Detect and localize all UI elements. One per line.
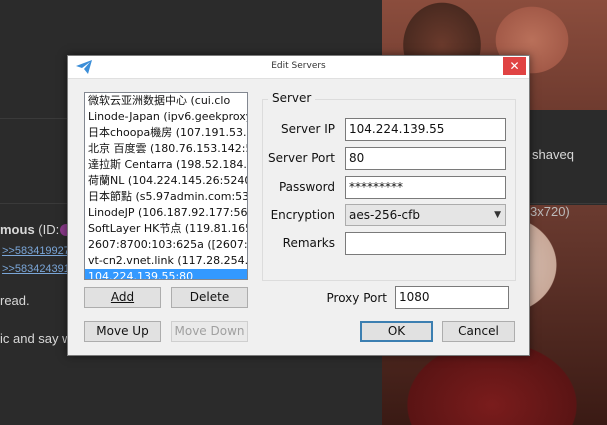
server-list-item[interactable]: 104.224.139.55:80 (85, 269, 247, 279)
server-list-item[interactable]: LinodeJP (106.187.92.177:56795 (85, 205, 247, 221)
server-list-item[interactable]: 達拉斯 Centarra (198.52.184.19 (85, 157, 247, 173)
remarks-label: Remarks (282, 236, 335, 250)
server-list-item[interactable]: 日本choopa機房 (107.191.53.1 (85, 125, 247, 141)
proxy-port-field[interactable]: 1080 (395, 286, 509, 309)
server-list-item[interactable]: 北京 百度雲 (180.76.153.142:5 (85, 141, 247, 157)
move-down-button[interactable]: Move Down (171, 321, 248, 342)
close-icon: ✕ (509, 59, 520, 73)
post-text: shaveq (532, 147, 574, 162)
post-text: read. (0, 293, 30, 308)
server-list-item[interactable]: 微软云亚洲数据中心 (cui.clo (85, 93, 247, 109)
move-up-button[interactable]: Move Up (84, 321, 161, 342)
server-list-item[interactable]: SoftLayer HK节点 (119.81.165.2 (85, 221, 247, 237)
chevron-down-icon: ▼ (494, 210, 501, 220)
post-text: ic and say w (0, 331, 72, 346)
encryption-value: aes-256-cfb (349, 208, 420, 222)
quote-link[interactable]: >>583419927 (2, 245, 70, 257)
cancel-button[interactable]: Cancel (442, 321, 515, 342)
server-list-item[interactable]: 日本節點 (s5.97admin.com:53 (85, 189, 247, 205)
encryption-label: Encryption (270, 208, 335, 222)
dialog-titlebar[interactable]: Edit Servers ✕ (68, 56, 529, 79)
server-ip-label: Server IP (281, 122, 335, 136)
server-list-item[interactable]: Linode-Japan (ipv6.geekproxy. (85, 109, 247, 125)
password-field[interactable]: ********* (345, 176, 506, 199)
server-list[interactable]: 微软云亚洲数据中心 (cui.clo Linode-Japan (ipv6.gee… (84, 92, 248, 280)
proxy-port-label: Proxy Port (326, 291, 387, 305)
server-port-field[interactable]: 80 (345, 147, 506, 170)
server-list-item[interactable]: vt-cn2.vnet.link (117.28.254.130 (85, 253, 247, 269)
remarks-field[interactable] (345, 232, 506, 255)
add-button[interactable]: Add (84, 287, 161, 308)
ok-button[interactable]: OK (360, 321, 433, 342)
edit-servers-dialog: Edit Servers ✕ 微软云亚洲数据中心 (cui.clo Linode-… (67, 55, 530, 356)
server-list-item[interactable]: 荷蘭NL (104.224.145.26:52405) (85, 173, 247, 189)
image-dimensions: 3x720) (530, 204, 570, 219)
server-list-item[interactable]: 2607:8700:103:625a ([2607:8700 (85, 237, 247, 253)
delete-button[interactable]: Delete (171, 287, 248, 308)
quote-link[interactable]: >>583424391 (2, 263, 70, 275)
encryption-select[interactable]: aes-256-cfb ▼ (345, 204, 506, 226)
dialog-title: Edit Servers (271, 61, 326, 71)
password-label: Password (278, 180, 335, 194)
close-button[interactable]: ✕ (503, 57, 526, 75)
server-group-title: Server (268, 91, 316, 105)
post-author: mous (ID: (0, 222, 60, 237)
server-ip-field[interactable]: 104.224.139.55 (345, 118, 506, 141)
server-port-label: Server Port (268, 151, 335, 165)
